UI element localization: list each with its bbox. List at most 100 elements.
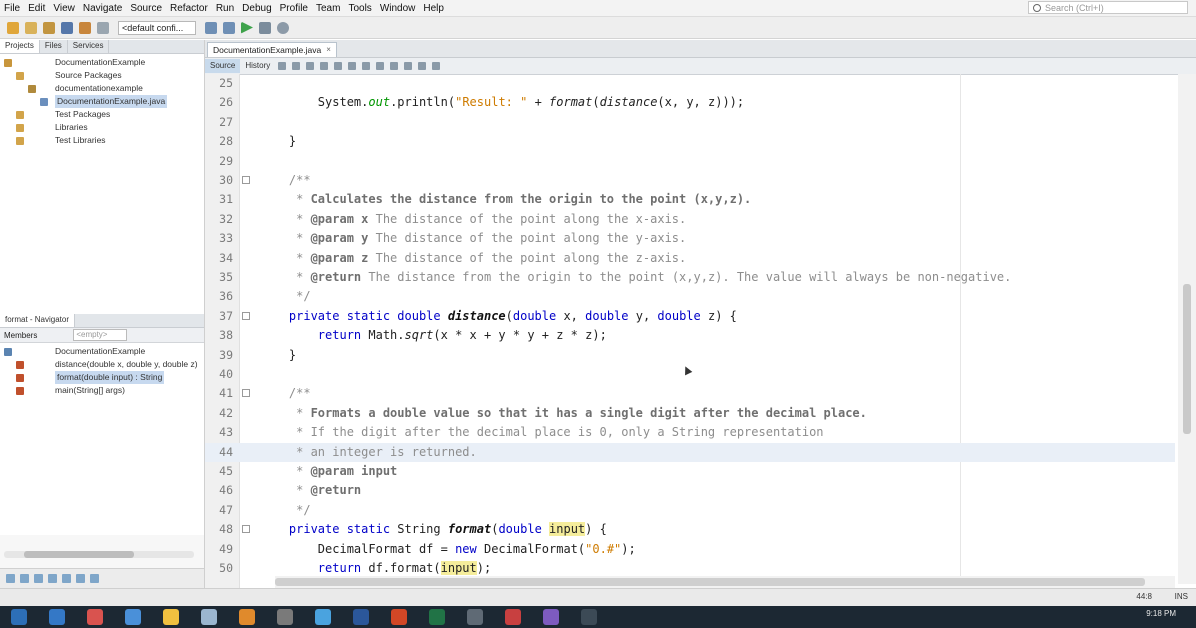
code-line[interactable]: 38 return Math.sqrt(x * x + y * y + z * … bbox=[205, 326, 1175, 345]
new-project-icon[interactable] bbox=[25, 21, 37, 34]
undo-icon[interactable] bbox=[79, 21, 91, 34]
filter-icon[interactable] bbox=[62, 574, 71, 583]
app-icon[interactable] bbox=[277, 609, 293, 625]
filter-icon[interactable] bbox=[76, 574, 85, 583]
new-file-icon[interactable] bbox=[7, 21, 19, 34]
code-area[interactable]: 25 26 System.out.println("Result: " + for… bbox=[205, 74, 1196, 614]
save-all-icon[interactable] bbox=[61, 21, 73, 34]
navigator-item[interactable]: DocumentationExample bbox=[0, 345, 204, 358]
filter-icon[interactable] bbox=[6, 574, 15, 583]
filter-icon[interactable] bbox=[48, 574, 57, 583]
file-tab[interactable]: DocumentationExample.java × bbox=[207, 42, 337, 57]
code-line[interactable]: 27 bbox=[205, 113, 1175, 132]
app-icon[interactable] bbox=[239, 609, 255, 625]
left-horizontal-scrollbar[interactable] bbox=[4, 551, 194, 558]
menu-edit[interactable]: Edit bbox=[24, 3, 49, 14]
fold-toggle-icon[interactable] bbox=[242, 311, 250, 320]
browser-icon[interactable] bbox=[49, 609, 65, 625]
tree-item[interactable]: DocumentationExample.java bbox=[0, 95, 204, 108]
fold-toggle-icon[interactable] bbox=[242, 525, 250, 534]
folder-icon[interactable] bbox=[163, 609, 179, 625]
editor-tool-icon[interactable] bbox=[376, 62, 385, 70]
code-line[interactable]: 26 System.out.println("Result: " + forma… bbox=[205, 93, 1175, 112]
tab-source[interactable]: Source bbox=[205, 59, 241, 73]
menu-refactor[interactable]: Refactor bbox=[166, 3, 212, 14]
editor-tool-icon[interactable] bbox=[292, 62, 301, 70]
debug-icon[interactable] bbox=[259, 21, 271, 34]
editor-tool-icon[interactable] bbox=[278, 62, 287, 70]
menu-run[interactable]: Run bbox=[212, 3, 238, 14]
code-line[interactable]: 31 * Calculates the distance from the or… bbox=[205, 190, 1175, 209]
menu-view[interactable]: View bbox=[49, 3, 79, 14]
netbeans-icon[interactable] bbox=[201, 609, 217, 625]
editor-horizontal-scrollbar[interactable] bbox=[275, 576, 1175, 588]
clean-build-icon[interactable] bbox=[223, 21, 235, 34]
app-icon[interactable] bbox=[505, 609, 521, 625]
code-line[interactable]: 43 * If the digit after the decimal plac… bbox=[205, 423, 1175, 442]
fold-toggle-icon[interactable] bbox=[242, 389, 250, 398]
menu-navigate[interactable]: Navigate bbox=[79, 3, 126, 14]
menu-window[interactable]: Window bbox=[376, 3, 420, 14]
search-input[interactable]: Search (Ctrl+I) bbox=[1028, 1, 1188, 14]
menu-debug[interactable]: Debug bbox=[238, 3, 275, 14]
tree-item[interactable]: Test Packages bbox=[0, 108, 204, 121]
tab-files[interactable]: Files bbox=[40, 40, 68, 53]
code-line[interactable]: 41 /** bbox=[205, 384, 1175, 403]
code-line[interactable]: 33 * @param y The distance of the point … bbox=[205, 229, 1175, 248]
code-line[interactable]: 36 */ bbox=[205, 287, 1175, 306]
editor-tool-icon[interactable] bbox=[432, 62, 441, 70]
excel-icon[interactable] bbox=[429, 609, 445, 625]
code-line[interactable]: 32 * @param x The distance of the point … bbox=[205, 210, 1175, 229]
code-line[interactable]: 30 /** bbox=[205, 171, 1175, 190]
tab-history[interactable]: History bbox=[240, 59, 275, 73]
menu-file[interactable]: File bbox=[0, 3, 24, 14]
editor-tool-icon[interactable] bbox=[334, 62, 343, 70]
tree-item[interactable]: Libraries bbox=[0, 121, 204, 134]
app-icon[interactable] bbox=[315, 609, 331, 625]
code-line[interactable]: 28 } bbox=[205, 132, 1175, 151]
app-icon[interactable] bbox=[467, 609, 483, 625]
code-line[interactable]: 42 * Formats a double value so that it h… bbox=[205, 404, 1175, 423]
redo-icon[interactable] bbox=[97, 21, 109, 34]
filter-icon[interactable] bbox=[20, 574, 29, 583]
fold-toggle-icon[interactable] bbox=[242, 176, 250, 184]
editor-tool-icon[interactable] bbox=[390, 62, 399, 70]
editor-tool-icon[interactable] bbox=[320, 62, 329, 70]
menu-profile[interactable]: Profile bbox=[276, 3, 312, 14]
start-icon[interactable] bbox=[11, 609, 27, 625]
tab-projects[interactable]: Projects bbox=[0, 40, 40, 53]
app-icon[interactable] bbox=[87, 609, 103, 625]
editor-tool-icon[interactable] bbox=[306, 62, 315, 70]
tab-services[interactable]: Services bbox=[68, 40, 110, 53]
tree-item[interactable]: Test Libraries bbox=[0, 134, 204, 147]
code-line[interactable]: 49 DecimalFormat df = new DecimalFormat(… bbox=[205, 540, 1175, 559]
code-line[interactable]: 48 private static String format(double i… bbox=[205, 520, 1175, 539]
code-line[interactable]: 39 } bbox=[205, 346, 1175, 365]
code-line[interactable]: 47 */ bbox=[205, 501, 1175, 520]
editor-tool-icon[interactable] bbox=[404, 62, 413, 70]
tree-item[interactable]: Source Packages bbox=[0, 69, 204, 82]
menu-tools[interactable]: Tools bbox=[344, 3, 375, 14]
navigator-item[interactable]: format(double input) : String bbox=[0, 371, 204, 384]
open-project-icon[interactable] bbox=[43, 21, 55, 34]
code-line[interactable]: 44 * an integer is returned. bbox=[205, 442, 1175, 462]
close-icon[interactable]: × bbox=[326, 43, 331, 57]
word-icon[interactable] bbox=[353, 609, 369, 625]
navigator-filter[interactable]: <empty> bbox=[73, 329, 128, 341]
build-icon[interactable] bbox=[205, 21, 217, 34]
menu-source[interactable]: Source bbox=[126, 3, 166, 14]
code-line[interactable]: 37 private static double distance(double… bbox=[205, 307, 1175, 326]
navigator-item[interactable]: main(String[] args) bbox=[0, 384, 204, 397]
filter-icon[interactable] bbox=[90, 574, 99, 583]
filter-icon[interactable] bbox=[34, 574, 43, 583]
tree-item[interactable]: documentationexample bbox=[0, 82, 204, 95]
code-line[interactable]: 29 bbox=[205, 152, 1175, 171]
code-line[interactable]: 45 * @param input bbox=[205, 462, 1175, 481]
editor-tool-icon[interactable] bbox=[348, 62, 357, 70]
editor-vertical-scrollbar[interactable] bbox=[1178, 74, 1196, 584]
code-line[interactable]: 34 * @param z The distance of the point … bbox=[205, 249, 1175, 268]
editor-tool-icon[interactable] bbox=[418, 62, 427, 70]
menu-team[interactable]: Team bbox=[312, 3, 344, 14]
run-icon[interactable] bbox=[241, 21, 253, 34]
app-icon[interactable] bbox=[581, 609, 597, 625]
